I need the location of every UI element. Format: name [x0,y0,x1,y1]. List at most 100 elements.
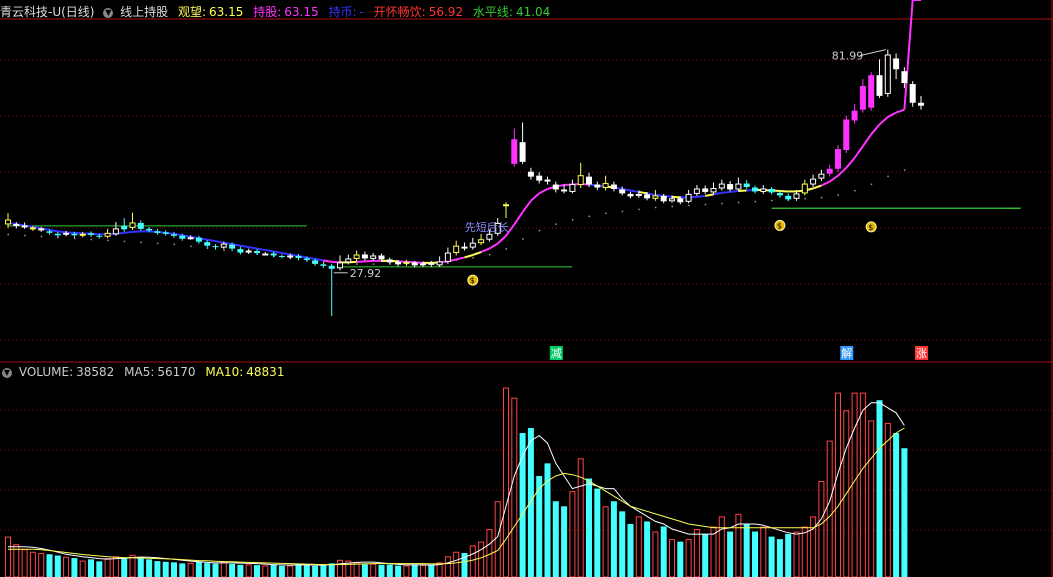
stock-chart[interactable]: 81.99 27.92 先短后长 $ $ $ 减 解 涨 [0,0,1053,577]
volume-bar [229,563,236,577]
candle-body [461,246,468,249]
candle-body [303,258,310,260]
candle-body [536,175,543,181]
ma-line-segment [895,108,905,114]
volume-bar [893,433,900,577]
low-price-label: 27.92 [350,267,382,280]
signal-label: 解 [841,346,852,360]
volume-bar [503,387,509,577]
volume-bar [635,516,642,577]
volume-bar [195,561,202,577]
ma-dotted-point [903,169,906,171]
ma-line-segment [521,200,532,213]
volume-bar [112,556,119,577]
volume-bar [146,559,153,577]
candle-body [884,54,891,94]
ma-dotted-point [804,197,806,200]
candle-body [677,198,684,203]
ma-line-segment [870,123,881,135]
volume-bar [669,539,675,577]
volume-bar [818,481,825,577]
candle-body [826,168,833,174]
volume-bar [602,506,609,577]
money-bag-symbol: $ [868,223,873,232]
candle-body [735,183,742,190]
candle-body [71,233,78,236]
volume-bar [79,560,86,577]
candle-body [503,204,509,207]
volume-bar [171,562,177,577]
volume-bar [627,523,634,577]
volume-bar [378,564,385,577]
ma-line-segment [638,190,648,195]
candle-body [552,184,559,190]
candle-body [29,227,36,230]
candle-body [411,262,418,266]
ma-dotted-point [621,210,624,213]
ma-dotted-point [7,233,9,236]
volume-bar [38,553,45,577]
candle-body [918,102,924,106]
volume-bar [760,526,767,577]
candle-body [312,260,319,264]
ma-line-segment [464,254,474,259]
candle-body [345,258,352,263]
candle-body [420,263,426,266]
ma-line-segment [530,192,540,202]
candle-body [793,193,800,199]
candle-body [577,175,584,186]
candle-body [212,246,219,248]
ma-dotted-point [605,212,607,215]
candle-body [669,198,675,202]
ma-line-segment [273,250,283,255]
candle-body [486,233,493,240]
ma-line-segment [265,249,274,253]
candle-body [21,225,28,228]
candle-body [428,262,435,265]
volume-bar [868,420,875,577]
candle-body [187,237,194,240]
ma-line-segment [480,247,490,253]
ma-dotted-point [854,189,856,192]
ma-line-segment [812,184,822,190]
volume-bar [237,564,244,577]
volume-bar [5,536,11,577]
candle-body [337,262,343,269]
ma-dotted-point [704,203,707,206]
ma-dotted-point [671,205,673,208]
volume-bar [610,501,617,577]
volume-bar [262,565,269,577]
ma-dotted-point [837,194,839,196]
volume-bar [494,501,501,577]
volume-bar [295,563,302,577]
ma-line-segment [878,116,889,126]
ma-line-segment [729,189,739,193]
volume-bar [179,563,186,577]
volume-bar [768,536,775,577]
candle-body [171,234,177,236]
ma-dotted-point [688,204,690,207]
ma-line-segment [281,252,291,256]
candle-body [444,252,451,262]
candle-body [511,139,518,164]
candle-body [876,75,883,96]
candle-body [818,173,825,179]
volume-bar [743,523,750,577]
volume-bar [129,554,136,577]
candle-body [859,86,866,110]
volume-bar [71,558,78,577]
volume-bar [544,463,551,577]
candle-body [179,235,186,239]
candle-body [727,184,734,190]
volume-bar [876,400,883,577]
volume-bar [752,531,758,577]
candle-body [328,265,335,269]
candle-body [237,249,244,253]
candle-body [752,187,758,192]
ma-line-segment [240,244,249,249]
candle-body [909,84,916,103]
volume-bar [395,565,402,577]
ma-dotted-point [90,238,92,241]
candle-body [262,253,269,256]
candle-body [710,187,717,193]
